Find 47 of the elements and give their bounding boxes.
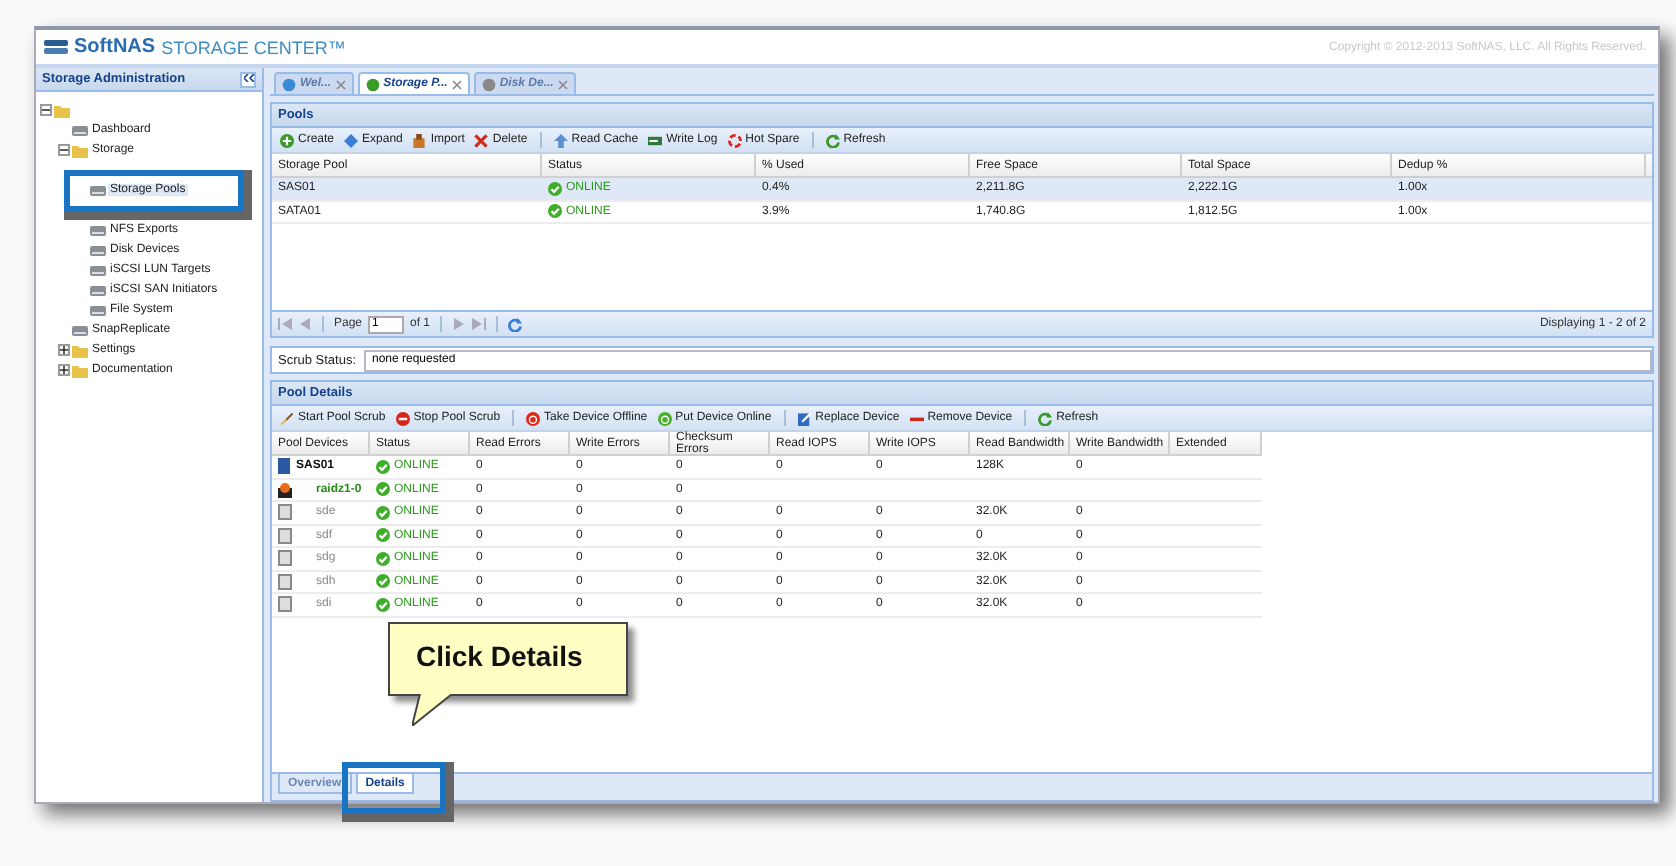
server-icon: [278, 458, 292, 475]
tab-icon: [481, 77, 496, 91]
drive-icon: [90, 223, 106, 237]
refresh-icon[interactable]: [508, 317, 523, 331]
first-page-icon[interactable]: [278, 318, 292, 330]
tab-icon: [282, 77, 296, 91]
brand-name: SoftNAS: [74, 36, 156, 58]
callout-tail: [412, 694, 456, 726]
up-arrow-icon: [553, 133, 568, 147]
brush-icon: [280, 411, 294, 425]
drive-icon: [90, 263, 106, 277]
app-title: STORAGE CENTER™: [161, 37, 346, 57]
next-page-icon[interactable]: [452, 318, 467, 330]
plus-icon: [280, 133, 294, 147]
check-icon: [548, 204, 562, 219]
drive-icon: [72, 323, 88, 337]
drive-icon: [90, 283, 106, 297]
diamond-icon: [344, 133, 359, 147]
folder-icon: [54, 103, 70, 117]
drive-icon: [90, 243, 106, 257]
drive-icon: [72, 123, 88, 137]
power-icon: [526, 411, 541, 425]
close-icon[interactable]: [451, 79, 462, 89]
close-icon: [474, 133, 489, 147]
close-icon[interactable]: [557, 79, 568, 89]
collapse-button[interactable]: [240, 71, 256, 87]
tab-icon: [365, 77, 380, 91]
expand-icon[interactable]: [58, 364, 70, 376]
expand-icon[interactable]: [58, 344, 70, 356]
previous-page-icon[interactable]: [298, 318, 312, 330]
refresh-icon: [825, 133, 840, 147]
folder-icon: [72, 143, 88, 157]
last-page-icon[interactable]: [472, 318, 487, 330]
lifebuoy-icon: [727, 133, 742, 147]
collapse-icon[interactable]: [40, 104, 52, 116]
bag-icon: [412, 133, 427, 147]
group-icon: [278, 481, 292, 498]
close-icon[interactable]: [335, 79, 346, 89]
edit-icon: [797, 411, 812, 425]
power-icon: [657, 411, 672, 425]
check-icon: [548, 181, 562, 196]
collapse-icon[interactable]: [58, 144, 70, 156]
logo-icon: [44, 39, 68, 55]
stop-icon: [395, 411, 410, 425]
drive-icon: [90, 303, 106, 317]
drive-icon: [90, 183, 106, 197]
refresh-icon: [1038, 411, 1053, 425]
